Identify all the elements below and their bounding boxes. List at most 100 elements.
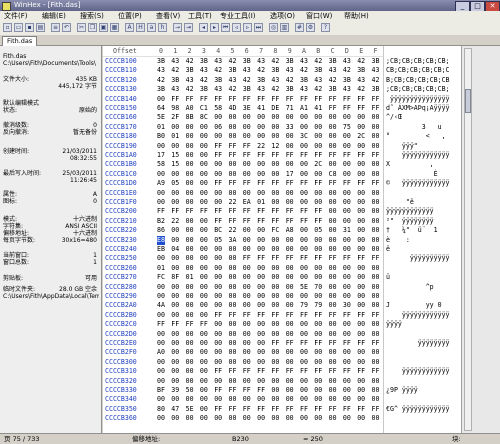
hex-byte[interactable]: 00 [171,236,179,245]
hex-byte[interactable]: 00 [186,414,194,423]
paste-icon[interactable]: ▣ [99,23,108,32]
hex-byte[interactable]: FF [372,254,380,263]
hex-byte[interactable]: 43 [300,57,308,66]
hex-byte[interactable]: 00 [357,170,365,179]
hex-byte[interactable]: FF [286,179,294,188]
hex-byte[interactable]: 00 [157,311,165,320]
ascii-row[interactable]: ^p [386,283,450,292]
ascii-row[interactable]: d˜ ÁXM>AÞq¡Aÿÿÿÿ [386,104,450,113]
hex-byte[interactable]: FF [257,179,265,188]
hex-byte[interactable]: 00 [343,386,351,395]
help-icon[interactable]: ? [321,23,330,32]
hex-byte[interactable]: 00 [186,170,194,179]
hex-byte[interactable]: 00 [357,226,365,235]
hex-byte[interactable]: 01 [157,123,165,132]
hex-byte[interactable]: 42 [257,66,265,75]
hex-byte[interactable]: 00 [300,226,308,235]
hex-byte[interactable]: 00 [257,273,265,282]
hex-byte[interactable]: 00 [243,273,251,282]
hex-byte[interactable]: FF [186,95,194,104]
hex-byte[interactable]: EB [157,245,165,254]
ascii-row[interactable]: ÿÿÿÿÿÿÿÿÿÿ [386,254,450,263]
hex-byte[interactable]: 00 [214,254,222,263]
hex-byte[interactable]: FF [214,367,222,376]
hex-byte[interactable]: FF [229,405,237,414]
ascii-row[interactable]: ÿÿÿÿÿÿÿÿ [386,339,450,348]
hex-byte[interactable]: 00 [271,170,279,179]
hex-byte[interactable]: 00 [372,245,380,254]
hex-byte[interactable]: 00 [372,358,380,367]
hex-byte[interactable]: 00 [286,301,294,310]
hex-byte[interactable]: 00 [243,236,251,245]
menu-options[interactable]: 选项(O) [270,11,295,21]
hex-byte[interactable]: 43 [343,57,351,66]
hex-byte[interactable]: FF [357,104,365,113]
hex-byte[interactable]: FF [300,217,308,226]
hex-byte[interactable]: 00 [214,292,222,301]
hex-byte[interactable]: FF [372,104,380,113]
hex-byte[interactable]: FF [171,320,179,329]
hex-byte[interactable]: FF [229,95,237,104]
hex-byte[interactable]: 00 [271,301,279,310]
hex-byte[interactable]: 58 [214,104,222,113]
hex-byte[interactable]: 47 [171,405,179,414]
hex-byte[interactable]: 00 [329,273,337,282]
hex-byte[interactable]: FF [314,151,322,160]
hex-byte[interactable]: 00 [229,283,237,292]
hex-byte[interactable]: 00 [343,377,351,386]
hex-byte[interactable]: 3B [271,66,279,75]
hex-byte[interactable]: 00 [257,330,265,339]
hex-byte[interactable]: 42 [157,76,165,85]
ascii-row[interactable]: ÿÿÿÿÿÿÿÿÿÿÿÿ [386,207,450,216]
hex-byte[interactable]: 41 [314,104,322,113]
hex-byte[interactable]: FF [343,151,351,160]
hex-byte[interactable]: FF [314,254,322,263]
hex-byte[interactable]: FF [343,254,351,263]
hex-byte[interactable]: 00 [314,142,322,151]
hex-byte[interactable]: 00 [286,377,294,386]
hex-byte[interactable]: 00 [286,395,294,404]
hex-byte[interactable]: 00 [343,395,351,404]
hex-byte[interactable]: 00 [343,283,351,292]
hex-byte[interactable]: 00 [357,330,365,339]
ascii-row[interactable]: ë [386,245,450,254]
hex-byte[interactable]: 3B [329,57,337,66]
hex-byte[interactable]: 00 [314,330,322,339]
hex-byte[interactable]: 00 [214,283,222,292]
hex-byte[interactable]: 00 [314,170,322,179]
hex-byte[interactable]: FF [286,254,294,263]
hex-byte[interactable]: 00 [229,358,237,367]
hex-byte[interactable]: 00 [257,245,265,254]
hex-byte[interactable]: FF [271,254,279,263]
hex-byte[interactable]: FF [314,339,322,348]
hex-byte[interactable]: FF [314,217,322,226]
hex-byte[interactable]: 00 [286,386,294,395]
settings-icon[interactable]: ⚙ [306,23,315,32]
hex-byte[interactable]: FF [357,405,365,414]
hex-byte[interactable]: 00 [357,348,365,357]
hex-byte[interactable]: 00 [229,189,237,198]
hex-byte[interactable]: 00 [300,358,308,367]
hex-byte[interactable]: 00 [329,301,337,310]
hex-byte[interactable]: 00 [214,113,222,122]
hex-byte[interactable]: 00 [357,358,365,367]
hex-byte[interactable]: 00 [214,132,222,141]
hex-byte[interactable]: FF [243,142,251,151]
hex-byte[interactable]: 43 [357,76,365,85]
hex-byte[interactable]: 00 [157,358,165,367]
hex-byte[interactable]: 01 [186,273,194,282]
hex-byte[interactable]: 00 [214,348,222,357]
hex-byte[interactable]: FF [200,207,208,216]
hex-byte[interactable]: 00 [171,264,179,273]
back-icon[interactable]: ◂ [199,23,208,32]
hex-byte[interactable]: FF [372,405,380,414]
hex-byte[interactable]: 00 [329,330,337,339]
hex-byte[interactable]: FF [286,367,294,376]
hex-byte[interactable]: 00 [372,189,380,198]
hex-byte[interactable]: FF [214,151,222,160]
hex-byte[interactable]: 00 [286,142,294,151]
hex-byte[interactable]: 00 [343,132,351,141]
hex-byte[interactable]: 00 [271,283,279,292]
hex-byte[interactable]: 00 [271,198,279,207]
hex-byte[interactable]: 00 [229,160,237,169]
